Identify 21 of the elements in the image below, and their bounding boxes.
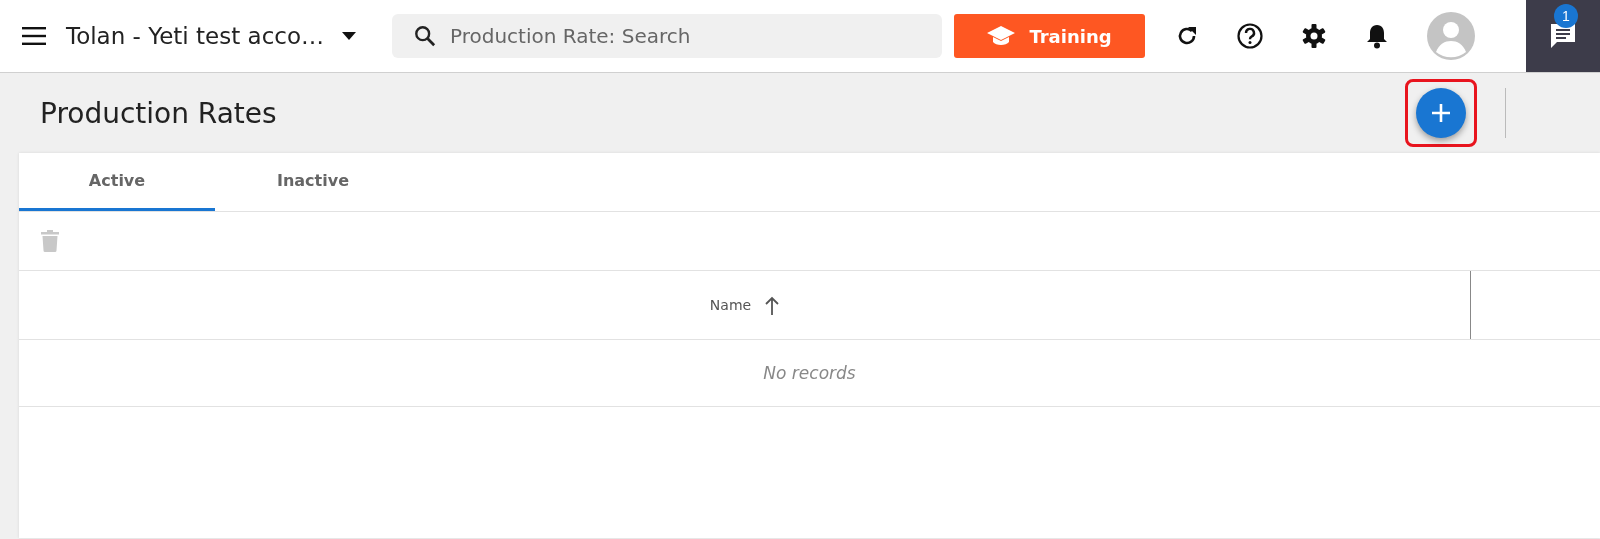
settings-icon[interactable] [1301, 23, 1327, 49]
tab[interactable]: Inactive [215, 153, 411, 211]
chat-icon [1549, 22, 1577, 50]
notification-badge: 1 [1554, 4, 1578, 28]
chat-button[interactable]: 1 [1526, 0, 1600, 72]
tab[interactable]: Active [19, 153, 215, 211]
add-button[interactable] [1416, 88, 1466, 138]
notifications-icon[interactable] [1365, 23, 1389, 49]
account-selector[interactable]: Tolan - Yeti test acco… [66, 23, 356, 49]
graduation-cap-icon [987, 26, 1016, 46]
empty-message: No records [763, 363, 856, 383]
search-field[interactable]: Production Rate: Search [392, 14, 942, 58]
page-title: Production Rates [40, 96, 277, 130]
column-header[interactable]: Name [709, 297, 752, 313]
help-icon[interactable] [1237, 23, 1263, 49]
training-button[interactable]: Training [954, 14, 1145, 58]
menu-icon[interactable] [22, 27, 46, 45]
plus-icon [1431, 103, 1451, 123]
search-icon [414, 25, 436, 47]
caret-icon [342, 32, 356, 40]
sort-arrow-icon[interactable] [765, 294, 780, 316]
